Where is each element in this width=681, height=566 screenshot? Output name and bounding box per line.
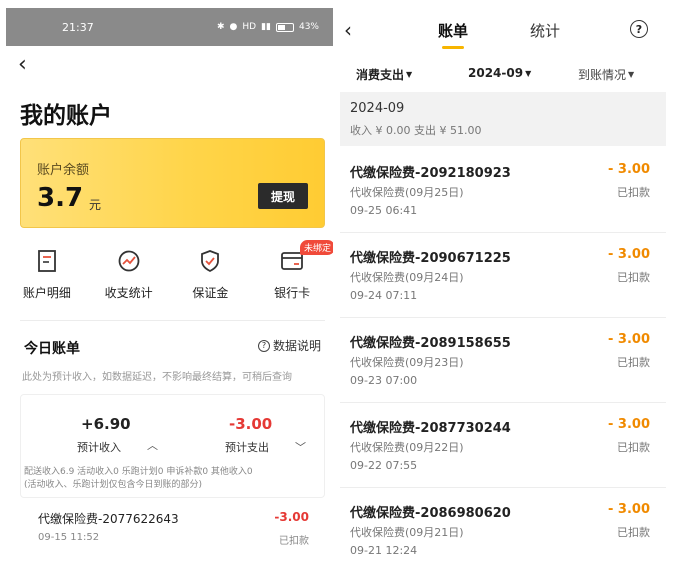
balance-amount: 3.7: [37, 183, 84, 213]
bill-item[interactable]: 代缴保险费-2089158655 代收保险费(09月23日) 09-23 07:…: [340, 318, 666, 403]
balance-card: 账户余额 3.7 元 提现: [20, 138, 325, 228]
bill-time: 09-22 07:55: [350, 459, 418, 472]
chevron-down-icon[interactable]: ﹀: [295, 439, 306, 455]
bluetooth-icon: ✱: [216, 22, 225, 32]
active-tab-indicator: [442, 46, 464, 49]
question-icon: ?: [257, 339, 270, 352]
quick-item-income-stats[interactable]: 收支统计: [88, 248, 170, 308]
expected-income-amount: +6.90: [81, 415, 131, 433]
battery-icon: [275, 22, 294, 32]
bill-status: 已扣款: [617, 186, 650, 199]
bill-subtitle: 代收保险费(09月21日): [350, 526, 464, 539]
tab-stats[interactable]: 统计: [530, 20, 560, 41]
bill-amount: -3.00: [274, 510, 309, 524]
expected-expense-label: 预计支出: [225, 441, 269, 454]
status-icons: ✱ ● HD ▮▮ 43%: [217, 22, 319, 32]
back-arrow-icon[interactable]: ‹: [344, 18, 352, 42]
network-badge: HD: [242, 22, 257, 32]
unbound-badge: 未绑定: [299, 240, 333, 255]
bill-amount: - 3.00: [608, 417, 650, 432]
bill-item[interactable]: 代缴保险费-2087730244 代收保险费(09月22日) 09-22 07:…: [340, 403, 666, 488]
income-breakdown: 配送收入6.9 活动收入0 乐跑计划0 申诉补款0 其他收入0 (活动收入、乐跑…: [24, 466, 324, 492]
bill-title: 代缴保险费-2090671225: [350, 251, 511, 266]
today-bill-title: 今日账单: [24, 341, 80, 357]
bill-title: 代缴保险费-2086980620: [350, 506, 511, 521]
quick-item-account-detail[interactable]: 账户明细: [6, 248, 88, 308]
bill-time: 09-25 06:41: [350, 204, 418, 217]
month-title: 2024-09: [350, 101, 405, 116]
signal-icon: ▮▮: [261, 22, 271, 32]
breakdown-line: 配送收入6.9 活动收入0 乐跑计划0 申诉补款0 其他收入0: [24, 467, 253, 477]
filter-bar: 消费支出 ▼ 2024-09 ▼ 到账情况 ▼: [340, 66, 670, 90]
caret-down-icon: ▼: [525, 68, 532, 78]
bill-subtitle: 代收保险费(09月22日): [350, 441, 464, 454]
bill-status: 已扣款: [617, 271, 650, 284]
quick-item-label: 保证金: [192, 286, 229, 300]
document-icon: [34, 248, 60, 274]
balance-unit: 元: [89, 198, 102, 212]
expected-income-label: 预计收入: [77, 441, 121, 454]
bill-time: 09-15 11:52: [38, 532, 100, 543]
bill-amount: - 3.00: [608, 162, 650, 177]
bill-title: 代缴保险费-2087730244: [350, 421, 511, 436]
bill-subtitle: 代收保险费(09月24日): [350, 271, 464, 284]
filter-label: 到账情况: [578, 68, 627, 82]
data-note-label: 数据说明: [272, 339, 321, 353]
bill-subtitle: 代收保险费(09月23日): [350, 356, 464, 369]
quick-actions: 账户明细 收支统计 保证金 未绑定 银行卡: [6, 240, 333, 308]
location-icon: ●: [229, 22, 238, 32]
caret-down-icon: ▼: [628, 70, 635, 79]
status-time: 21:37: [62, 20, 94, 34]
page-title: 我的账户: [20, 103, 112, 129]
bills-screen: ‹ 账单 统计 ? 消费支出 ▼ 2024-09 ▼ 到账情况 ▼ 2024-0…: [340, 8, 670, 562]
bill-amount: - 3.00: [608, 332, 650, 347]
back-arrow-icon[interactable]: ‹: [18, 54, 27, 76]
bill-item[interactable]: 代缴保险费-2092180923 代收保险费(09月25日) 09-25 06:…: [340, 148, 666, 233]
quick-item-label: 收支统计: [104, 286, 153, 300]
expected-expense-amount: -3.00: [229, 415, 273, 433]
quick-item-bank-card[interactable]: 未绑定 银行卡: [251, 240, 333, 308]
bill-status: 已扣款: [617, 441, 650, 454]
data-note-link[interactable]: ? 数据说明: [257, 337, 321, 354]
bill-amount: - 3.00: [608, 502, 650, 517]
bill-amount: - 3.00: [608, 247, 650, 262]
chevron-up-icon[interactable]: ︿: [147, 437, 158, 453]
bill-time: 09-21 12:24: [350, 544, 418, 557]
divider: [20, 320, 325, 321]
withdraw-button[interactable]: 提现: [258, 183, 308, 209]
filter-arrival[interactable]: 到账情况 ▼: [578, 66, 634, 83]
bill-status: 已扣款: [279, 536, 309, 547]
filter-type[interactable]: 消费支出 ▼: [356, 66, 412, 83]
balance-label: 账户余额: [37, 163, 90, 178]
help-icon[interactable]: ?: [630, 20, 648, 38]
filter-month[interactable]: 2024-09 ▼: [468, 66, 531, 80]
bill-item[interactable]: 代缴保险费-2090671225 代收保险费(09月24日) 09-24 07:…: [340, 233, 666, 318]
month-summary: 2024-09 收入 ¥ 0.00 支出 ¥ 51.00: [340, 92, 666, 146]
bill-status: 已扣款: [617, 356, 650, 369]
tab-bills[interactable]: 账单: [438, 20, 468, 41]
quick-item-label: 账户明细: [22, 286, 71, 300]
filter-label: 消费支出: [356, 68, 405, 82]
month-totals: 收入 ¥ 0.00 支出 ¥ 51.00: [350, 124, 482, 137]
chart-icon: [116, 248, 142, 274]
today-bill-subtitle: 此处为预计收入，如数据延迟，不影响最终结算，可稍后查询: [22, 372, 292, 383]
account-screen: 21:37 ✱ ● HD ▮▮ 43% ‹ 我的账户 账户余额 3.7 元 提现…: [6, 8, 333, 562]
today-bill-row[interactable]: 代缴保险费-2077622643 09-15 11:52 -3.00 已扣款: [20, 508, 325, 558]
bill-time: 09-24 07:11: [350, 289, 418, 302]
bill-title: 代缴保险费-2092180923: [350, 166, 511, 181]
bill-title: 代缴保险费-2077622643: [38, 512, 179, 526]
shield-check-icon: [197, 248, 223, 274]
caret-down-icon: ▼: [406, 70, 413, 79]
breakdown-note: (活动收入、乐跑计划仅包含今日到账的部分): [24, 480, 203, 490]
bill-time: 09-23 07:00: [350, 374, 418, 387]
bill-title: 代缴保险费-2089158655: [350, 336, 511, 351]
bill-status: 已扣款: [617, 526, 650, 539]
quick-item-deposit[interactable]: 保证金: [170, 248, 252, 308]
bill-item[interactable]: 代缴保险费-2086980620 代收保险费(09月21日) 09-21 12:…: [340, 488, 666, 562]
bill-subtitle: 代收保险费(09月25日): [350, 186, 464, 199]
quick-item-label: 银行卡: [274, 286, 311, 300]
status-bar: 21:37 ✱ ● HD ▮▮ 43%: [6, 8, 333, 46]
battery-percent: 43%: [298, 22, 319, 32]
filter-label: 2024-09: [468, 66, 524, 80]
